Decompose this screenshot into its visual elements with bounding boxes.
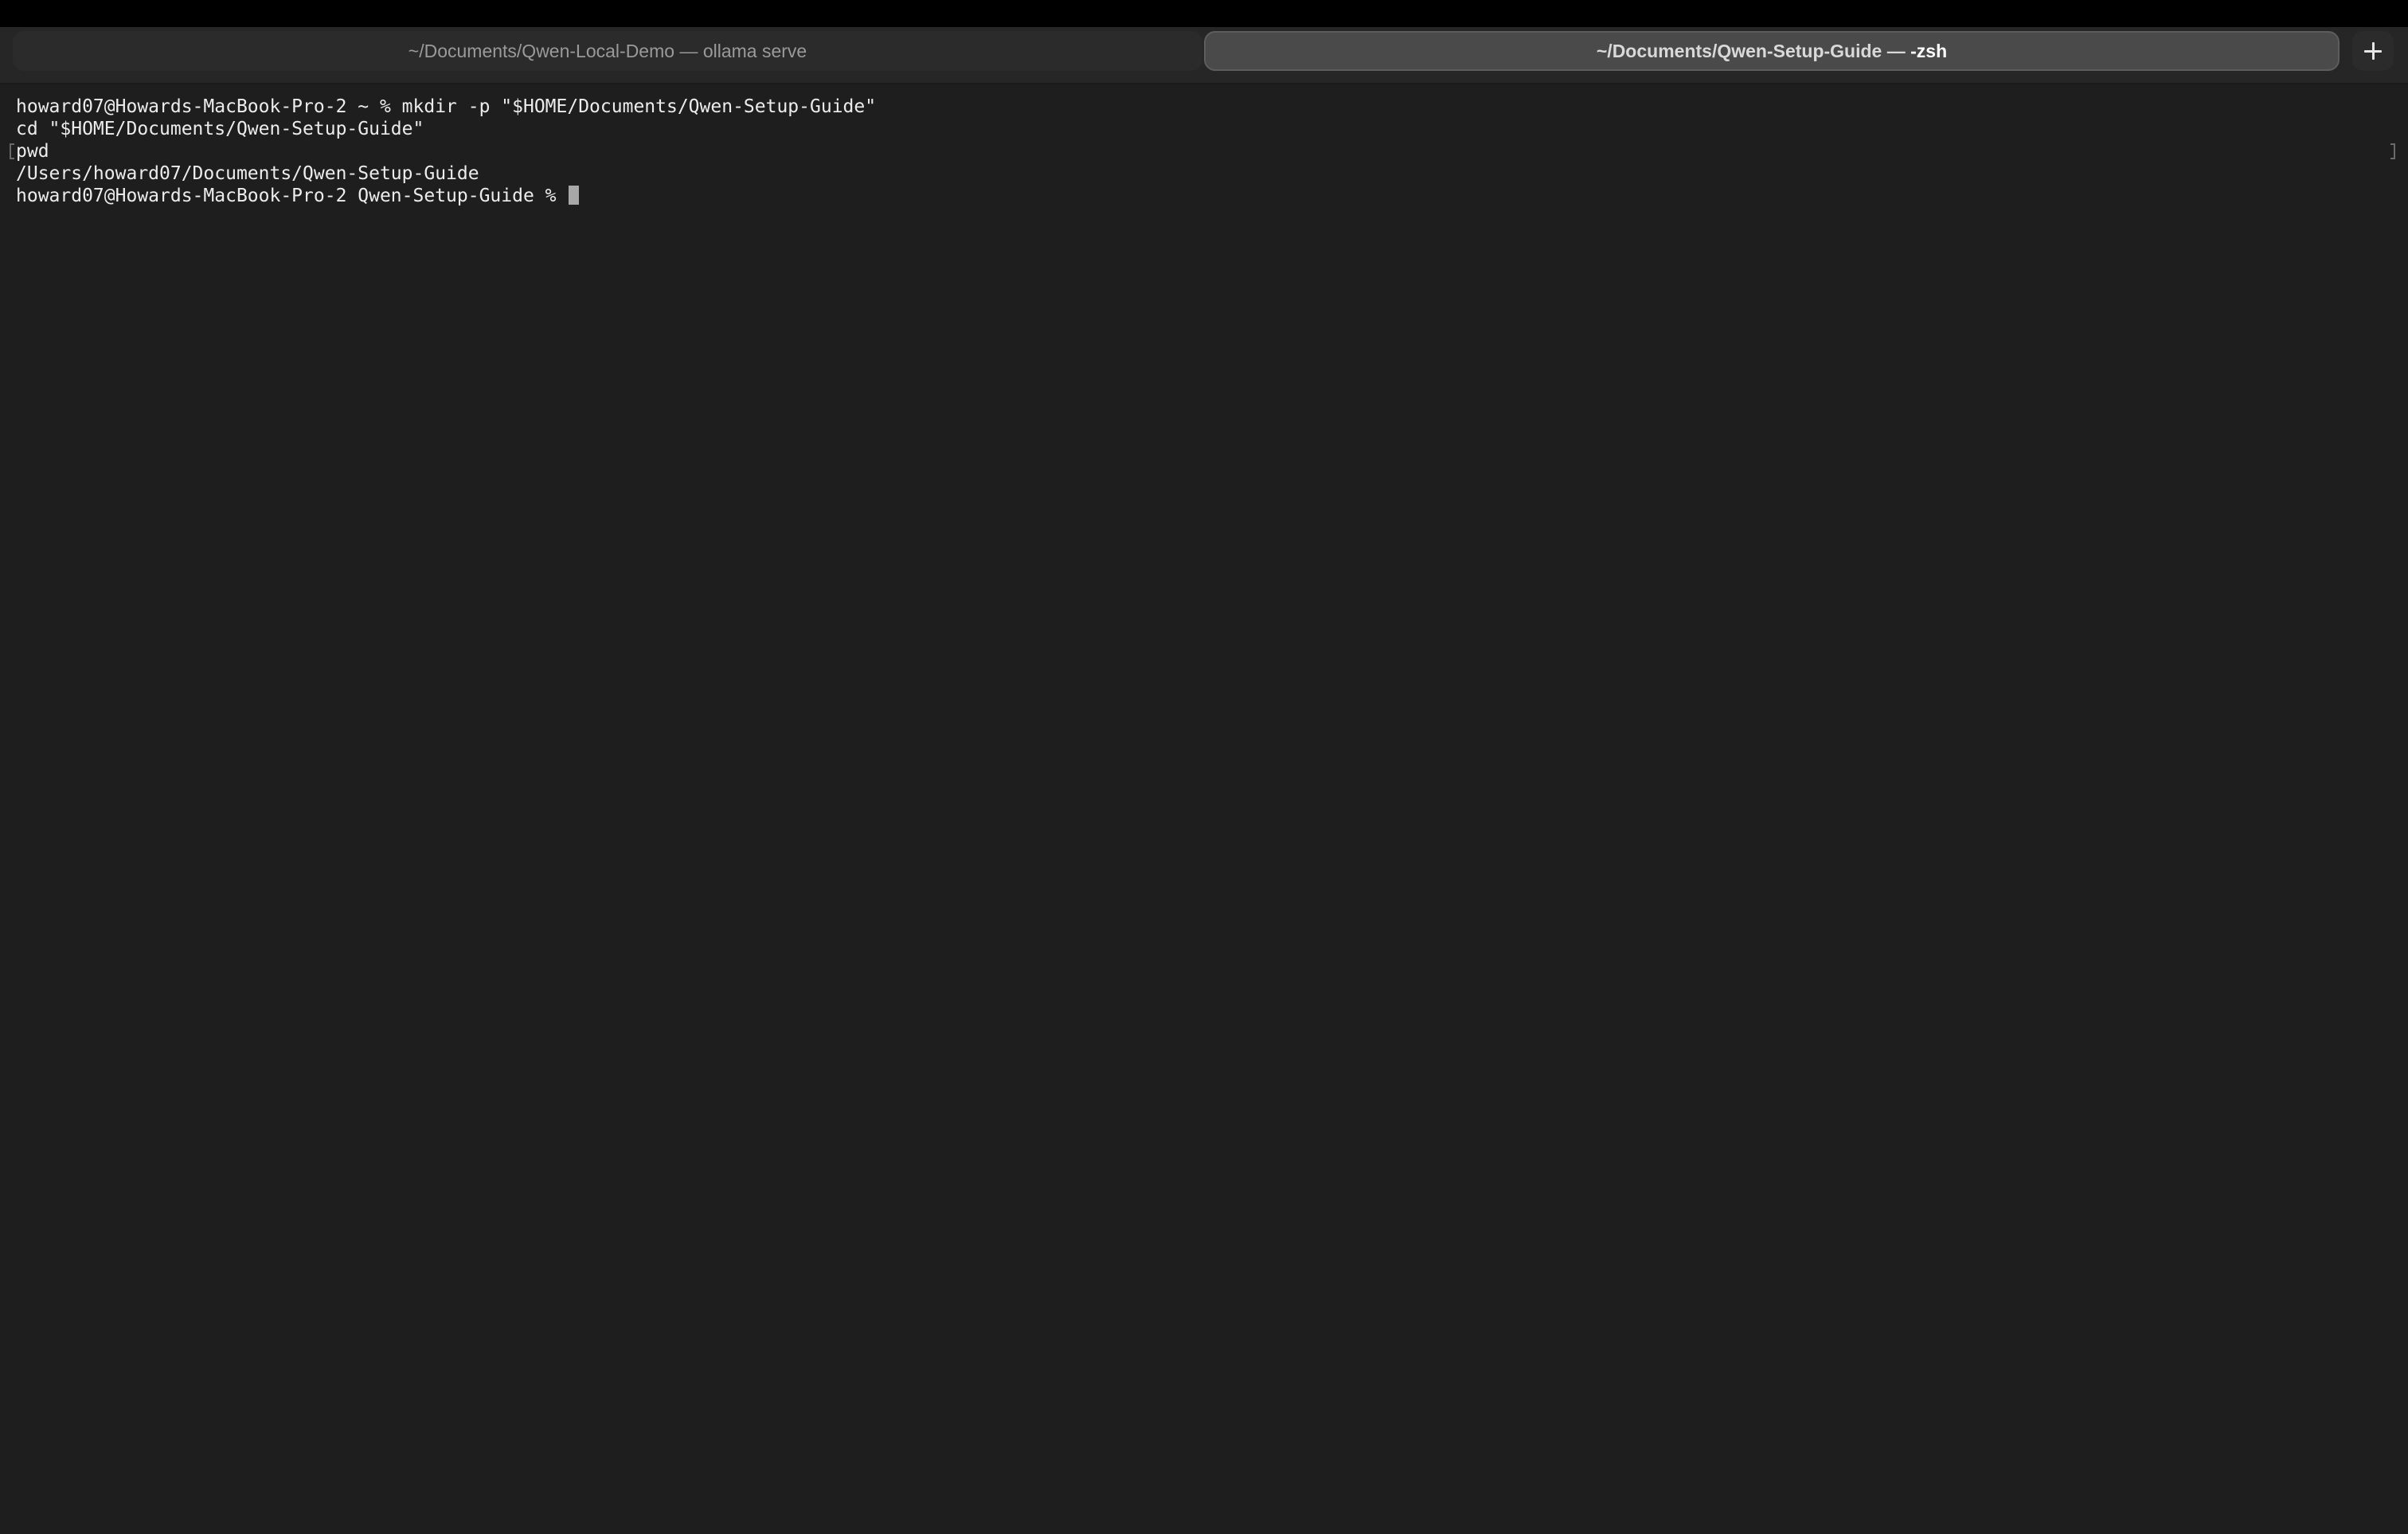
terminal-line: /Users/howard07/Documents/Qwen-Setup-Gui… xyxy=(16,163,479,184)
mark-bracket-right xyxy=(2390,143,2395,159)
mark-bracket-left xyxy=(10,143,14,159)
tab-separator: — xyxy=(1886,40,1906,61)
tab-separator: — xyxy=(679,40,698,61)
prompt-text: howard07@Howards-MacBook-Pro-2 Qwen-Setu… xyxy=(16,186,568,206)
tab-process: -zsh xyxy=(1910,40,1948,61)
terminal-window: ~/Documents/Qwen-Local-Demo — ollama ser… xyxy=(0,0,2408,1534)
window-top-strip xyxy=(0,0,2408,27)
tab-process: ollama serve xyxy=(702,40,807,61)
terminal-line: cd "$HOME/Documents/Qwen-Setup-Guide" xyxy=(16,119,424,139)
terminal-line: howard07@Howards-MacBook-Pro-2 ~ % mkdir… xyxy=(16,96,877,117)
tab-path: ~/Documents/Qwen-Local-Demo xyxy=(408,40,675,61)
tab-qwen-setup-guide[interactable]: ~/Documents/Qwen-Setup-Guide — -zsh xyxy=(1204,31,2340,71)
new-tab-button[interactable] xyxy=(2352,31,2394,71)
terminal-prompt-line: howard07@Howards-MacBook-Pro-2 Qwen-Setu… xyxy=(16,185,580,207)
terminal-output[interactable]: howard07@Howards-MacBook-Pro-2 ~ % mkdir… xyxy=(0,84,2408,1534)
tab-bar: ~/Documents/Qwen-Local-Demo — ollama ser… xyxy=(0,27,2408,84)
plus-icon xyxy=(2364,42,2382,60)
tab-path: ~/Documents/Qwen-Setup-Guide xyxy=(1596,40,1882,61)
terminal-line: pwd xyxy=(16,141,49,162)
text-cursor xyxy=(569,186,580,205)
tab-qwen-local-demo[interactable]: ~/Documents/Qwen-Local-Demo — ollama ser… xyxy=(13,31,1202,71)
